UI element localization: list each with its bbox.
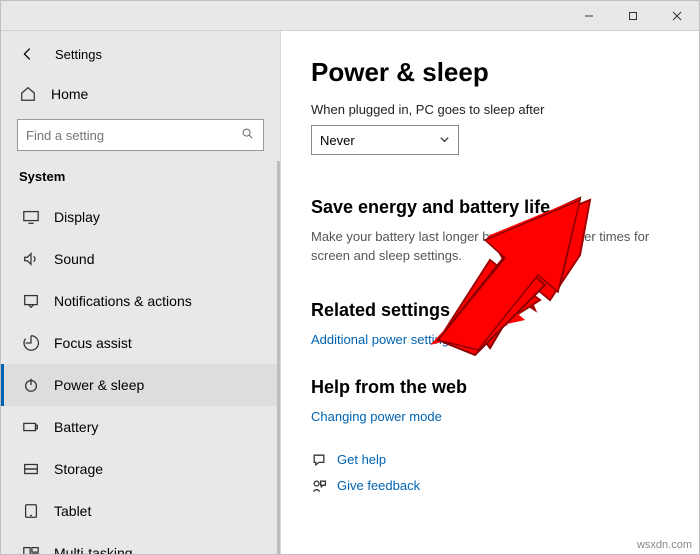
sidebar-item-sound[interactable]: Sound <box>1 238 280 280</box>
sidebar-item-tablet[interactable]: Tablet <box>1 490 280 532</box>
maximize-button[interactable] <box>611 1 655 31</box>
sidebar-category: System <box>1 161 280 196</box>
search-field[interactable] <box>26 128 241 143</box>
sidebar-scrollbar[interactable] <box>277 161 280 554</box>
chevron-down-icon <box>439 133 450 148</box>
save-energy-desc: Make your battery last longer by choosin… <box>311 228 669 266</box>
get-help-link[interactable]: Get help <box>337 452 386 467</box>
sidebar-item-label: Multi-tasking <box>54 545 133 554</box>
sleep-dropdown[interactable]: Never <box>311 125 459 155</box>
focus-assist-icon <box>22 334 40 352</box>
help-from-web-heading: Help from the web <box>311 377 669 398</box>
page-title: Power & sleep <box>311 57 669 88</box>
additional-power-settings-link[interactable]: Additional power settings <box>311 332 456 347</box>
titlebar <box>1 1 699 31</box>
sidebar-item-focus-assist[interactable]: Focus assist <box>1 322 280 364</box>
sidebar-item-label: Display <box>54 209 100 225</box>
main-content: Power & sleep When plugged in, PC goes t… <box>281 31 699 554</box>
sidebar-item-display[interactable]: Display <box>1 196 280 238</box>
home-icon <box>19 85 37 103</box>
sidebar-nav: Display Sound Notifications & actions Fo… <box>1 196 280 554</box>
sidebar-item-label: Sound <box>54 251 94 267</box>
close-button[interactable] <box>655 1 699 31</box>
feedback-icon <box>311 478 327 494</box>
battery-icon <box>22 418 40 436</box>
sidebar-item-label: Notifications & actions <box>54 293 192 309</box>
give-feedback-link[interactable]: Give feedback <box>337 478 420 493</box>
sidebar-item-storage[interactable]: Storage <box>1 448 280 490</box>
sidebar-item-multitasking[interactable]: Multi-tasking <box>1 532 280 554</box>
notifications-icon <box>22 292 40 310</box>
sidebar-home[interactable]: Home <box>1 75 280 113</box>
search-input[interactable] <box>17 119 264 151</box>
sidebar-item-label: Storage <box>54 461 103 477</box>
get-help-icon <box>311 452 327 468</box>
get-help-row[interactable]: Get help <box>311 452 669 468</box>
sidebar: Settings Home System Display Sound <box>1 31 281 554</box>
sidebar-item-label: Battery <box>54 419 98 435</box>
home-label: Home <box>51 86 88 102</box>
display-icon <box>22 208 40 226</box>
save-energy-heading: Save energy and battery life <box>311 197 669 218</box>
sidebar-item-label: Tablet <box>54 503 91 519</box>
search-icon <box>241 127 255 144</box>
give-feedback-row[interactable]: Give feedback <box>311 478 669 494</box>
power-icon <box>22 376 40 394</box>
watermark: wsxdn.com <box>637 539 692 551</box>
sidebar-item-label: Power & sleep <box>54 377 144 393</box>
sidebar-item-label: Focus assist <box>54 335 132 351</box>
sidebar-item-notifications[interactable]: Notifications & actions <box>1 280 280 322</box>
dropdown-value: Never <box>320 133 355 148</box>
sidebar-item-battery[interactable]: Battery <box>1 406 280 448</box>
plugged-in-label: When plugged in, PC goes to sleep after <box>311 102 669 117</box>
settings-title: Settings <box>55 47 102 62</box>
related-settings-heading: Related settings <box>311 300 669 321</box>
sound-icon <box>22 250 40 268</box>
storage-icon <box>22 460 40 478</box>
changing-power-mode-link[interactable]: Changing power mode <box>311 409 442 424</box>
multitasking-icon <box>22 544 40 554</box>
minimize-button[interactable] <box>567 1 611 31</box>
back-button[interactable] <box>17 43 39 65</box>
sidebar-item-power-sleep[interactable]: Power & sleep <box>1 364 280 406</box>
tablet-icon <box>22 502 40 520</box>
